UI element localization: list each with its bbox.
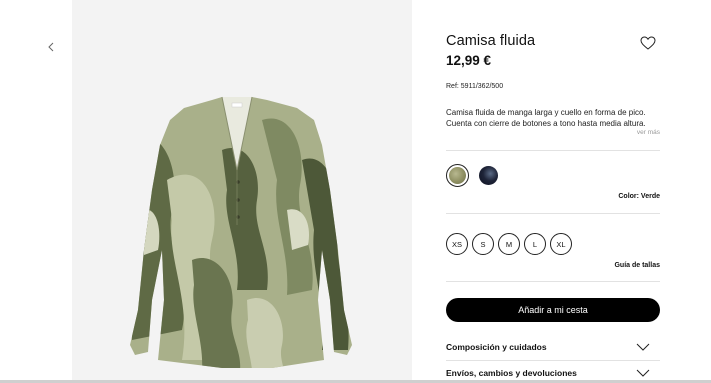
product-ref: Ref: 5911/362/500 — [446, 83, 504, 90]
color-swatch-verde[interactable] — [446, 164, 469, 187]
size-guide-link[interactable]: Guía de tallas — [614, 262, 660, 269]
add-to-cart-button[interactable]: Añadir a mi cesta — [446, 298, 660, 322]
color-swatch-marino[interactable] — [477, 164, 500, 187]
product-price: 12,99 € — [446, 53, 492, 68]
chevron-down-icon — [636, 369, 650, 377]
divider — [446, 281, 660, 282]
product-description: Camisa fluida de manga larga y cuello en… — [446, 108, 646, 128]
accordion-composition[interactable]: Composición y cuidados — [446, 342, 660, 356]
prev-image-button[interactable] — [44, 40, 58, 54]
size-option[interactable]: XS — [446, 233, 468, 255]
size-option[interactable]: XL — [550, 233, 572, 255]
heart-icon — [640, 36, 656, 50]
see-more-link[interactable]: ver más — [637, 129, 660, 136]
chevron-down-icon — [636, 343, 650, 351]
divider — [446, 213, 660, 214]
swatch-fill — [479, 166, 498, 185]
wishlist-button[interactable] — [640, 36, 658, 52]
selected-color-label: Color: Verde — [618, 193, 660, 200]
shirt-photo — [72, 0, 412, 383]
product-info-panel: Camisa fluida 12,99 € Ref: 5911/362/500 … — [446, 0, 660, 383]
swatch-fill — [449, 167, 466, 184]
left-margin — [0, 0, 72, 383]
chevron-left-icon — [48, 42, 54, 52]
divider — [446, 360, 660, 361]
product-image[interactable] — [72, 0, 412, 383]
product-title: Camisa fluida — [446, 33, 536, 49]
divider — [446, 150, 660, 151]
size-option[interactable]: S — [472, 233, 494, 255]
accordion-label: Envíos, cambios y devoluciones — [446, 368, 577, 378]
size-option[interactable]: L — [524, 233, 546, 255]
size-selector: XS S M L XL — [446, 233, 572, 255]
size-option[interactable]: M — [498, 233, 520, 255]
accordion-label: Composición y cuidados — [446, 342, 547, 352]
